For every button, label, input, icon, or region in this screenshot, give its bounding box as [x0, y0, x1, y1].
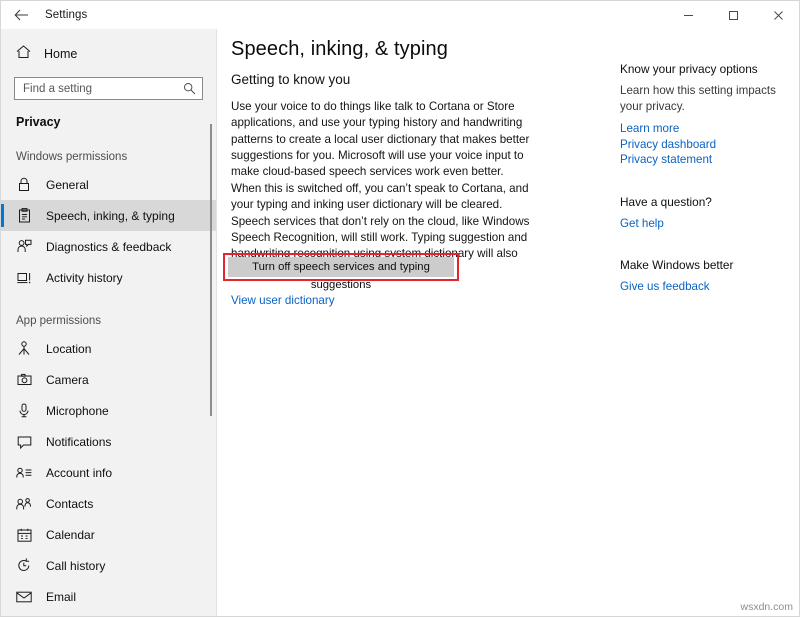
learn-more-link[interactable]: Learn more: [620, 121, 792, 137]
info-block-heading: Know your privacy options: [620, 62, 792, 76]
activity-history-icon: [16, 271, 32, 285]
sidebar-item-label: Location: [46, 342, 91, 356]
sidebar-item-general[interactable]: General: [1, 169, 216, 200]
sidebar: Home Privacy Windows permissions General: [1, 29, 216, 617]
sidebar-item-home[interactable]: Home: [1, 39, 216, 69]
search-input[interactable]: [23, 78, 183, 99]
info-block-have-a-question: Have a question? Get help: [620, 195, 792, 232]
privacy-dashboard-link[interactable]: Privacy dashboard: [620, 137, 792, 153]
close-button[interactable]: [756, 1, 800, 29]
clipboard-icon: [16, 208, 32, 223]
info-block-heading: Have a question?: [620, 195, 792, 209]
microphone-icon: [16, 403, 32, 418]
get-help-link[interactable]: Get help: [620, 216, 792, 232]
info-block-privacy-options: Know your privacy options Learn how this…: [620, 62, 792, 168]
sidebar-item-label: Speech, inking, & typing: [46, 209, 175, 223]
sidebar-item-account-info[interactable]: Account info: [1, 457, 216, 488]
email-icon: [16, 591, 32, 603]
sidebar-item-label: Microphone: [46, 404, 109, 418]
sidebar-item-label: Contacts: [46, 497, 93, 511]
sidebar-item-label: General: [46, 178, 89, 192]
window-title: Settings: [45, 9, 87, 21]
sidebar-item-camera[interactable]: Camera: [1, 364, 216, 395]
sidebar-item-notifications[interactable]: Notifications: [1, 426, 216, 457]
lock-icon: [16, 177, 32, 192]
close-icon: [773, 10, 784, 21]
minimize-icon: [683, 10, 694, 21]
back-button[interactable]: [1, 1, 41, 29]
section-heading: Getting to know you: [231, 72, 350, 87]
sidebar-item-label: Email: [46, 590, 76, 604]
sidebar-item-contacts[interactable]: Contacts: [1, 488, 216, 519]
location-pin-icon: [16, 341, 32, 356]
description-paragraph-1: Use your voice to do things like talk to…: [231, 99, 541, 180]
sidebar-item-label: Activity history: [46, 271, 123, 285]
sidebar-item-label: Diagnostics & feedback: [46, 240, 171, 254]
sidebar-item-label: Account info: [46, 466, 112, 480]
contacts-icon: [16, 497, 32, 511]
info-block-heading: Make Windows better: [620, 258, 792, 272]
sidebar-item-speech-inking-typing[interactable]: Speech, inking, & typing: [1, 200, 216, 231]
title-bar: Settings: [1, 1, 800, 29]
call-history-icon: [16, 558, 32, 573]
page-title: Speech, inking, & typing: [231, 38, 448, 61]
settings-window: Settings: [0, 0, 800, 617]
sidebar-item-label: Calendar: [46, 528, 95, 542]
sidebar-item-email[interactable]: Email: [1, 581, 216, 612]
maximize-icon: [728, 10, 739, 21]
info-block-text: Learn how this setting impacts your priv…: [620, 83, 792, 114]
sidebar-group-label-app-permissions: App permissions: [1, 315, 216, 327]
sidebar-item-call-history[interactable]: Call history: [1, 550, 216, 581]
sidebar-category-title: Privacy: [1, 115, 216, 129]
sidebar-group-label-windows-permissions: Windows permissions: [1, 151, 216, 163]
privacy-statement-link[interactable]: Privacy statement: [620, 152, 792, 168]
sidebar-item-calendar[interactable]: Calendar: [1, 519, 216, 550]
main-content: Speech, inking, & typing Getting to know…: [217, 29, 800, 617]
info-block-make-windows-better: Make Windows better Give us feedback: [620, 258, 792, 295]
minimize-button[interactable]: [666, 1, 711, 29]
give-us-feedback-link[interactable]: Give us feedback: [620, 279, 792, 295]
maximize-button[interactable]: [711, 1, 756, 29]
camera-icon: [16, 373, 32, 386]
window-controls: [666, 1, 800, 29]
sidebar-item-activity-history[interactable]: Activity history: [1, 262, 216, 293]
home-icon: [16, 45, 31, 64]
calendar-icon: [16, 528, 32, 542]
sidebar-item-label: Camera: [46, 373, 89, 387]
sidebar-item-location[interactable]: Location: [1, 333, 216, 364]
home-label: Home: [44, 47, 77, 61]
sidebar-item-diagnostics-feedback[interactable]: Diagnostics & feedback: [1, 231, 216, 262]
watermark: wsxdn.com: [740, 601, 793, 613]
feedback-person-icon: [16, 239, 32, 254]
sidebar-item-microphone[interactable]: Microphone: [1, 395, 216, 426]
info-panel: Know your privacy options Learn how this…: [620, 62, 792, 322]
search-icon[interactable]: [183, 82, 196, 95]
back-arrow-icon: [14, 9, 29, 21]
sidebar-scrollbar[interactable]: [210, 124, 212, 416]
notification-icon: [16, 435, 32, 449]
search-box[interactable]: [14, 77, 203, 100]
sidebar-item-label: Call history: [46, 559, 105, 573]
view-user-dictionary-link[interactable]: View user dictionary: [231, 294, 335, 307]
account-info-icon: [16, 466, 32, 479]
sidebar-item-label: Notifications: [46, 435, 111, 449]
turn-off-speech-services-button[interactable]: Turn off speech services and typing sugg…: [228, 257, 454, 277]
